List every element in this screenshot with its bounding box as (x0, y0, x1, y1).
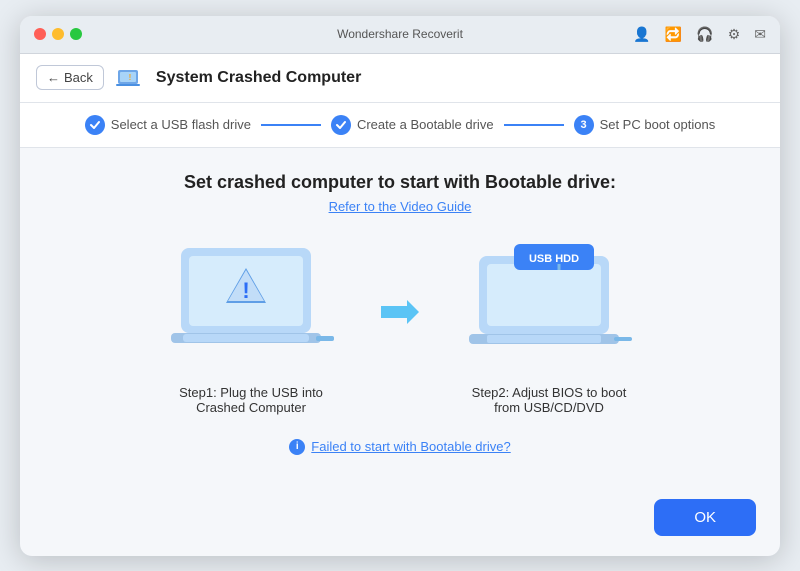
step-2-icon (331, 115, 351, 135)
step1-laptop: ! (161, 238, 341, 373)
step1-item: ! Step1: Plug the USB into Crashed Compu… (161, 238, 341, 415)
step-1-icon (85, 115, 105, 135)
minimize-button[interactable] (52, 28, 64, 40)
header-icon: ! (116, 64, 144, 92)
step-1: Select a USB flash drive (85, 115, 251, 135)
step-3-label: Set PC boot options (600, 117, 716, 132)
user-icon[interactable]: 👤 (633, 26, 650, 43)
content-title: Set crashed computer to start with Boota… (184, 172, 616, 193)
page-title: System Crashed Computer (156, 69, 361, 87)
title-bar-icons: 👤 🔁 🎧 ⚙ ✉ (633, 26, 766, 43)
main-window: Wondershare Recoverit 👤 🔁 🎧 ⚙ ✉ ← Back !… (20, 16, 780, 556)
back-label: Back (64, 70, 93, 85)
step2-laptop: USB HDD (459, 238, 639, 373)
footer-link-text: Failed to start with Bootable drive? (311, 439, 510, 454)
back-arrow-icon: ← (47, 70, 60, 85)
arrow-connector (381, 238, 419, 326)
connector-1 (261, 124, 321, 126)
info-icon: i (289, 439, 305, 455)
step-2-label: Create a Bootable drive (357, 117, 494, 132)
step2-illustration: USB HDD (459, 238, 639, 368)
connector-2 (504, 124, 564, 126)
step-1-label: Select a USB flash drive (111, 117, 251, 132)
step1-label: Step1: Plug the USB into Crashed Compute… (161, 385, 341, 415)
arrow-icon (381, 298, 419, 326)
window-title: Wondershare Recoverit (337, 27, 463, 41)
mail-icon[interactable]: ✉ (754, 26, 766, 43)
svg-text:!: ! (242, 278, 249, 303)
settings-icon[interactable]: ⚙ (728, 26, 741, 43)
step2-item: USB HDD Step2: Adjust BIOS to boot from … (459, 238, 639, 415)
traffic-lights (34, 28, 82, 40)
svg-text:USB HDD: USB HDD (529, 253, 579, 265)
footer-bar: OK (20, 499, 780, 556)
step-3-icon: 3 (574, 115, 594, 135)
share-icon[interactable]: 🔁 (665, 26, 682, 43)
back-button[interactable]: ← Back (36, 65, 104, 90)
headset-icon[interactable]: 🎧 (696, 26, 713, 43)
step1-illustration: ! (161, 238, 341, 368)
steps-bar: Select a USB flash drive Create a Bootab… (20, 103, 780, 148)
video-guide-link[interactable]: Refer to the Video Guide (329, 199, 472, 214)
page-header: ← Back ! System Crashed Computer (20, 54, 780, 103)
step-3: 3 Set PC boot options (574, 115, 716, 135)
ok-button[interactable]: OK (654, 499, 756, 536)
illustration-area: ! Step1: Plug the USB into Crashed Compu… (60, 238, 740, 415)
step-2: Create a Bootable drive (331, 115, 494, 135)
title-bar: Wondershare Recoverit 👤 🔁 🎧 ⚙ ✉ (20, 16, 780, 54)
svg-text:!: ! (129, 73, 132, 82)
fullscreen-button[interactable] (70, 28, 82, 40)
step2-label: Step2: Adjust BIOS to boot from USB/CD/D… (459, 385, 639, 415)
close-button[interactable] (34, 28, 46, 40)
footer-help-link[interactable]: i Failed to start with Bootable drive? (289, 439, 510, 455)
main-content: Set crashed computer to start with Boota… (20, 148, 780, 499)
